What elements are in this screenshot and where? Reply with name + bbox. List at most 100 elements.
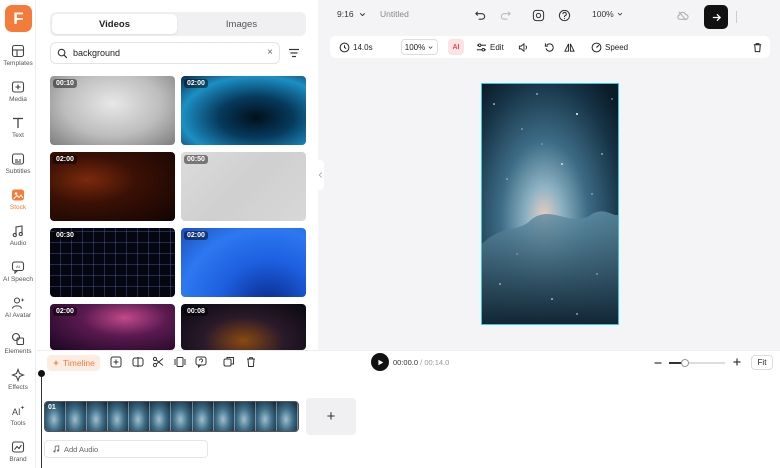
edit-button[interactable]: Edit [476,40,504,54]
rail-item-brand[interactable]: Brand [0,440,36,468]
video-clip[interactable]: 01 [44,401,299,432]
ai-avatar-icon [11,297,25,309]
templates-icon [11,44,25,58]
rail-label: Subtitles [5,168,31,175]
search-box: × [50,42,280,64]
project-title[interactable]: Untitled [380,9,409,19]
chevron-down-icon [359,12,365,16]
stock-video-thumb[interactable]: 02:00 [181,228,306,297]
cloud-save-button[interactable] [676,9,689,22]
undo-button[interactable] [474,9,487,22]
flip-button[interactable] [564,40,578,54]
stock-video-thumb[interactable]: 00:30 [50,228,175,297]
clip-frame [255,402,277,431]
rail-item-ai-speech[interactable]: AI AI Speech [0,260,36,294]
tab-images[interactable]: Images [179,14,304,34]
zoom-out-icon[interactable] [653,358,663,368]
rail-label: Audio [9,240,27,247]
clock-icon [339,42,350,52]
search-input[interactable] [73,48,253,58]
rail-item-effects[interactable]: Effects [0,368,36,402]
filter-icon[interactable] [287,46,301,60]
stock-video-thumb[interactable]: 00:08 [181,304,306,350]
rail-label: Text [12,132,24,139]
zoom-slider-handle[interactable] [680,359,689,367]
video-duration: 00:10 [53,79,77,88]
stock-video-thumb[interactable]: 00:10 [50,76,175,145]
flip-icon [564,43,575,52]
speed-label: Speed [605,42,629,52]
add-clip-button[interactable]: + [306,398,356,435]
clear-search-icon[interactable]: × [267,47,273,58]
rotate-button[interactable] [544,40,558,54]
aspect-ratio-dropdown[interactable]: 9:16 [337,9,367,19]
scissors-icon[interactable] [152,356,164,368]
rail-item-media[interactable]: Media [0,80,36,114]
add-audio-button[interactable]: Add Audio [44,440,208,458]
trash-icon [753,42,762,52]
split-icon[interactable] [132,356,144,368]
edit-label: Edit [490,42,504,52]
rail-item-elements[interactable]: Elements [0,332,36,366]
help-icon [558,9,571,22]
trash-icon[interactable] [245,356,257,368]
duration-value: 14.0s [353,42,373,52]
clip-frame [234,402,256,431]
screen-record-icon [532,9,545,22]
video-duration: 00:08 [184,307,208,316]
video-duration: 00:30 [53,231,77,240]
play-button[interactable] [371,353,389,371]
clip-toolbar: 14.0s 100% AI Edit Speed [330,36,770,58]
volume-button[interactable] [518,40,532,54]
redo-button[interactable] [499,9,512,22]
rail-item-templates[interactable]: Templates [0,44,36,78]
rail-item-text[interactable]: Text [0,116,36,150]
duplicate-icon[interactable] [223,356,235,368]
svg-text:AI: AI [16,264,20,269]
tools-icon: AI [12,405,25,417]
timeline-zoom-slider[interactable] [669,359,725,367]
help-button[interactable] [558,9,571,22]
zoom-in-icon[interactable] [732,357,742,367]
ai-tools-button[interactable]: AI [448,39,464,55]
cloud-icon [677,11,689,21]
clip-zoom-dropdown[interactable]: 100% [401,39,438,55]
rail-label: Media [9,96,27,103]
media-type-switch: Videos Images [50,12,306,36]
stock-video-thumb[interactable]: 02:00 [50,304,175,350]
screen-record-button[interactable] [532,9,545,22]
clip-frame [66,402,88,431]
add-element-icon[interactable] [110,356,122,368]
app-logo[interactable]: F [5,5,32,32]
volume-icon [518,42,527,52]
arrow-right-icon [712,13,721,21]
duration-button[interactable]: 14.0s [339,40,373,54]
rail-item-subtitles[interactable]: Subtitles [0,152,36,186]
rail-item-ai-avatar[interactable]: AI Avatar [0,296,36,330]
fit-button[interactable]: Fit [751,355,773,370]
stock-video-thumb[interactable]: 00:50 [181,152,306,221]
tab-videos[interactable]: Videos [52,14,177,34]
collapse-panel-handle[interactable] [316,160,324,190]
stock-video-thumb[interactable]: 02:00 [181,76,306,145]
stock-video-thumb[interactable]: 02:00 [50,152,175,221]
rail-item-tools[interactable]: AI Tools [0,404,36,438]
rail-label: AI Avatar [4,312,32,319]
canvas-zoom-dropdown[interactable]: 100% [592,9,624,19]
rail-label: Brand [9,456,27,463]
ai-speech-icon: AI [11,261,25,274]
timeline-tab[interactable]: Timeline [47,355,100,371]
rail-item-audio[interactable]: Audio [0,224,36,258]
rail-item-stock[interactable]: Stock [0,188,36,222]
rail-label: Elements [4,348,32,355]
delete-clip-button[interactable] [752,40,766,54]
current-time: 00:00.0 [393,358,419,367]
video-preview-canvas[interactable] [481,83,619,325]
search-icon [57,48,68,58]
playhead[interactable] [38,370,45,468]
speed-button[interactable]: Speed [591,40,628,54]
comment-icon[interactable] [195,356,207,368]
freeze-frame-icon[interactable] [174,356,186,368]
clip-number: 01 [48,404,56,411]
export-button[interactable] [704,5,728,29]
